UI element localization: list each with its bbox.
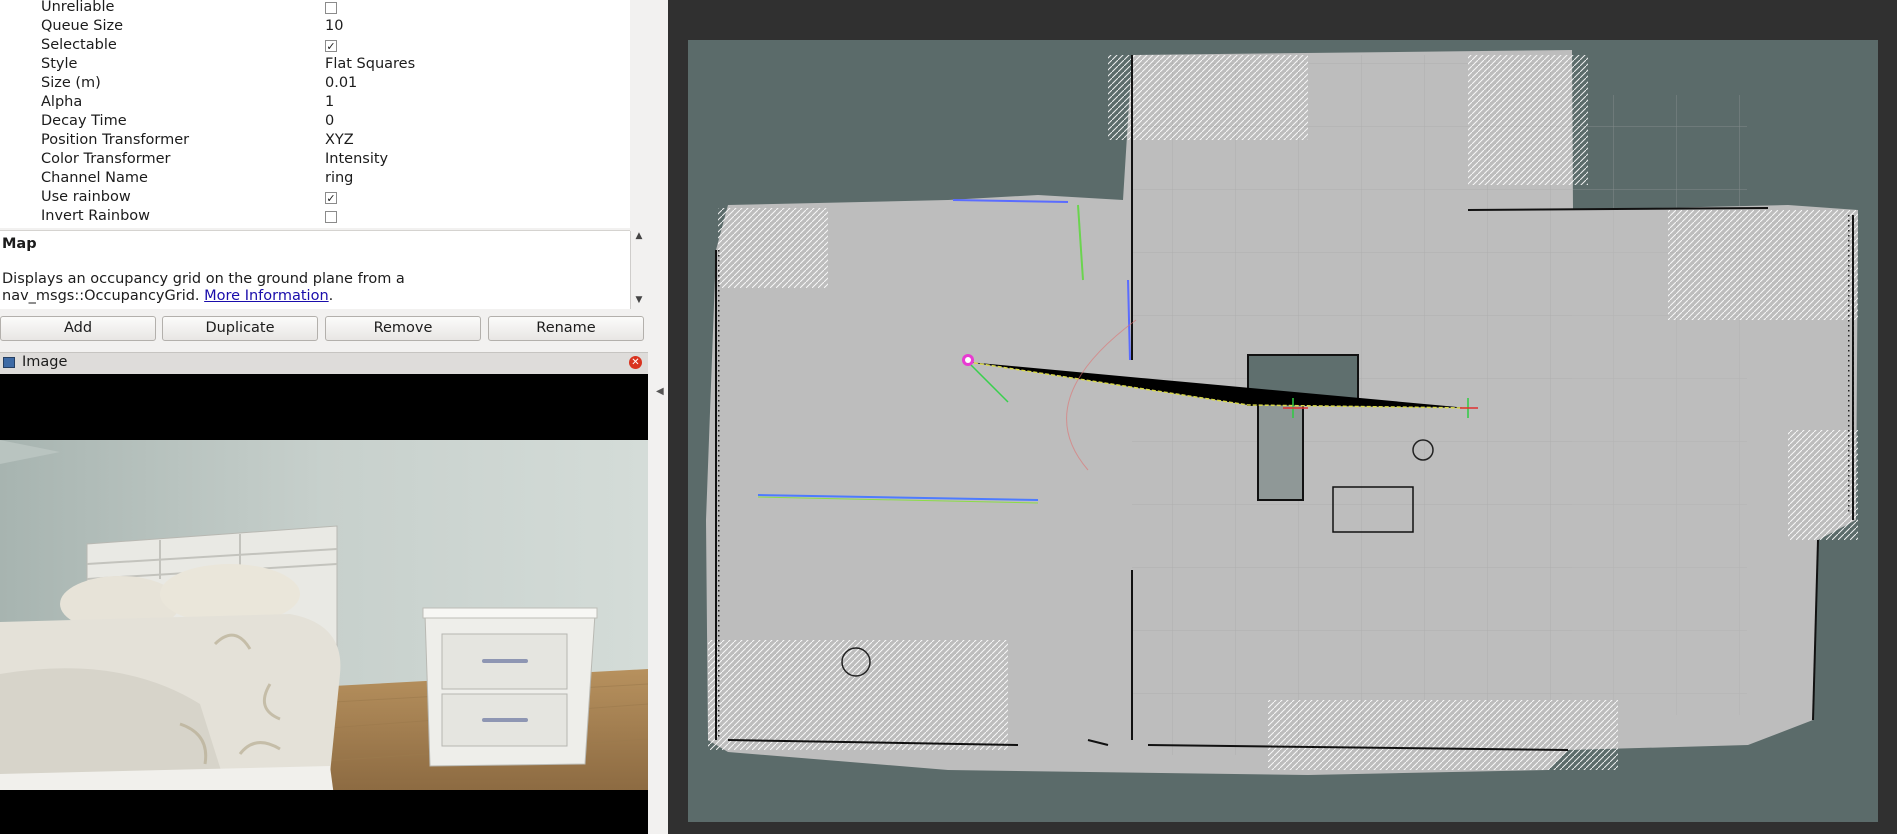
property-value[interactable]: 0: [325, 113, 334, 129]
property-name: Alpha: [41, 94, 83, 110]
property-row[interactable]: Selectable ✓: [0, 37, 630, 56]
property-value[interactable]: 0.01: [325, 75, 357, 91]
image-panel-titlebar[interactable]: Image ✕: [0, 352, 648, 375]
property-name: Size (m): [41, 75, 101, 91]
property-row[interactable]: Style Flat Squares: [0, 56, 630, 75]
property-value[interactable]: Flat Squares: [325, 56, 415, 72]
desc-scroll-up-icon[interactable]: ▲: [631, 231, 647, 241]
duplicate-button[interactable]: Duplicate: [162, 316, 318, 341]
property-name: Decay Time: [41, 113, 127, 129]
property-checkbox[interactable]: [325, 2, 337, 14]
property-row[interactable]: Channel Name ring: [0, 170, 630, 189]
collapse-arrow-icon[interactable]: ◀: [656, 386, 664, 397]
property-row[interactable]: Use rainbow ✓: [0, 189, 630, 208]
property-row[interactable]: Invert Rainbow: [0, 208, 630, 227]
property-row[interactable]: Queue Size 10: [0, 18, 630, 37]
property-checkbox[interactable]: ✓: [325, 40, 337, 52]
property-row[interactable]: Color Transformer Intensity: [0, 151, 630, 170]
camera-image: [0, 374, 648, 834]
property-row[interactable]: Size (m) 0.01: [0, 75, 630, 94]
property-value[interactable]: ring: [325, 170, 353, 186]
property-name: Queue Size: [41, 18, 124, 34]
camera-image-view: [0, 374, 648, 834]
map-3d-view[interactable]: [668, 0, 1897, 834]
property-row[interactable]: Decay Time 0: [0, 113, 630, 132]
property-name: Style: [41, 56, 78, 72]
property-checkbox[interactable]: ✓: [325, 192, 337, 204]
panel-splitter[interactable]: ◀: [648, 0, 668, 834]
rename-button[interactable]: Rename: [488, 316, 644, 341]
property-name: Channel Name: [41, 170, 148, 186]
property-name: Unreliable: [41, 0, 115, 15]
property-value[interactable]: 1: [325, 94, 334, 110]
property-tree[interactable]: Unreliable Queue Size 10 Selectable ✓ Style Fl…: [0, 0, 630, 228]
property-row[interactable]: Position Transformer XYZ: [0, 132, 630, 151]
left-panel: Unreliable Queue Size 10 Selectable ✓ Style Fl…: [0, 0, 648, 834]
property-name: Use rainbow: [41, 189, 131, 205]
image-panel-title: Image: [22, 354, 68, 370]
property-value[interactable]: 10: [325, 18, 343, 34]
occupancy-grid-map: [668, 0, 1897, 834]
remove-button[interactable]: Remove: [325, 316, 481, 341]
property-row[interactable]: Unreliable: [0, 0, 630, 18]
description-suffix: .: [328, 288, 334, 304]
close-icon[interactable]: ✕: [629, 356, 642, 369]
description-scrollbar[interactable]: ▲ ▼: [630, 231, 647, 309]
description-panel: Map Displays an occupancy grid on the gr…: [0, 230, 647, 309]
description-text: Displays an occupancy grid on the ground…: [2, 271, 602, 305]
image-icon: [3, 357, 15, 368]
property-value[interactable]: XYZ: [325, 132, 354, 148]
property-name: Invert Rainbow: [41, 208, 151, 224]
property-value[interactable]: Intensity: [325, 151, 388, 167]
property-name: Position Transformer: [41, 132, 190, 148]
add-button[interactable]: Add: [0, 316, 156, 341]
property-name: Selectable: [41, 37, 117, 53]
property-name: Color Transformer: [41, 151, 171, 167]
property-checkbox[interactable]: [325, 211, 337, 223]
description-title: Map: [2, 236, 37, 252]
more-information-link[interactable]: More Information: [204, 288, 329, 304]
desc-scroll-down-icon[interactable]: ▼: [631, 295, 647, 305]
property-row[interactable]: Alpha 1: [0, 94, 630, 113]
